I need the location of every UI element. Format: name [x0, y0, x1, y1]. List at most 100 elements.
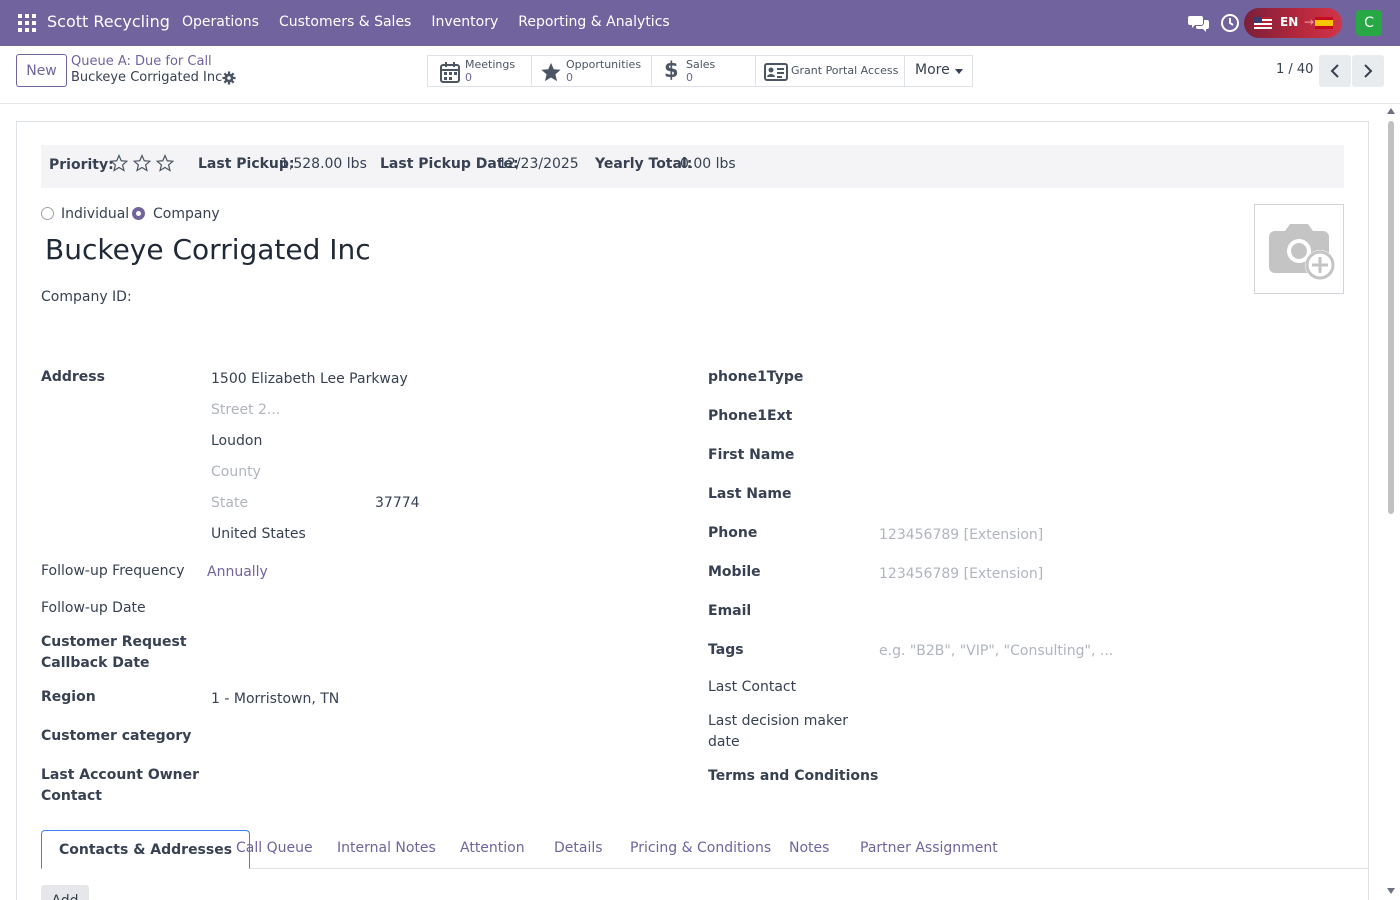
menu-reporting-analytics[interactable]: Reporting & Analytics [518, 14, 669, 30]
tab-call-queue[interactable]: Call Queue [236, 840, 313, 856]
account-owner-label-line2: Contact [41, 788, 102, 804]
arrow-right-icon: → [1304, 15, 1315, 29]
chevron-right-icon [1364, 64, 1373, 78]
opportunities-smart-button[interactable]: Opportunities 0 [531, 55, 652, 87]
activity-clock-icon[interactable] [1220, 13, 1240, 33]
pager-counter[interactable]: 1 / 40 [1276, 62, 1313, 77]
address-label: Address [41, 369, 105, 385]
last-contact-label: Last Contact [708, 679, 797, 695]
dollar-icon: $ [664, 58, 679, 82]
callback-date-label-line2: Callback Date [41, 655, 150, 671]
more-label: More [915, 62, 950, 78]
customer-category-label: Customer category [41, 728, 192, 744]
menu-customers-sales[interactable]: Customers & Sales [279, 14, 411, 30]
menu-inventory[interactable]: Inventory [431, 14, 498, 30]
priority-label: Priority: [49, 157, 114, 173]
sales-smart-button[interactable]: $ Sales 0 [651, 55, 756, 87]
priority-star-3-icon[interactable] [156, 154, 174, 172]
tab-notes[interactable]: Notes [789, 840, 829, 856]
chat-icon[interactable] [1188, 13, 1210, 33]
control-panel: New Queue A: Due for Call Buckeye Corrig… [0, 46, 1400, 104]
phone1type-label: phone1Type [708, 369, 804, 385]
add-contact-button[interactable]: Add [41, 885, 89, 900]
followup-frequency-field[interactable]: Annually [207, 564, 268, 580]
user-avatar[interactable]: C [1356, 10, 1382, 36]
pager-previous-button[interactable] [1319, 55, 1351, 87]
top-navbar: Scott Recycling Operations Customers & S… [0, 0, 1400, 46]
region-label: Region [41, 689, 96, 705]
mobile-field[interactable]: 123456789 [Extension] [879, 566, 1043, 582]
tab-internal-notes[interactable]: Internal Notes [337, 840, 436, 856]
last-pickup-date-value: 12/23/2025 [498, 156, 579, 172]
followup-frequency-label: Follow-up Frequency [41, 563, 185, 579]
county-field[interactable]: County [211, 464, 261, 480]
decision-maker-date-label-line1: Last decision maker [708, 713, 848, 729]
last-pickup-value: 1,528.00 lbs [280, 156, 367, 172]
tab-partner-assignment[interactable]: Partner Assignment [860, 840, 998, 856]
new-button[interactable]: New [16, 54, 67, 87]
app-grid-icon[interactable] [18, 14, 36, 32]
email-label: Email [708, 603, 752, 619]
meetings-count: 0 [465, 71, 472, 84]
us-flag-icon [1254, 17, 1272, 29]
street2-field[interactable]: Street 2... [211, 402, 280, 418]
tab-details[interactable]: Details [554, 840, 603, 856]
grant-portal-access-button[interactable]: Grant Portal Access [755, 55, 905, 87]
individual-radio[interactable] [41, 207, 54, 220]
phone1ext-label: Phone1Ext [708, 408, 793, 424]
tags-label: Tags [708, 642, 744, 658]
tags-field[interactable]: e.g. "B2B", "VIP", "Consulting", ... [879, 643, 1113, 659]
priority-star-1-icon[interactable] [110, 154, 128, 172]
individual-radio-label[interactable]: Individual [61, 206, 129, 222]
phone-label: Phone [708, 525, 758, 541]
terms-conditions-label: Terms and Conditions [708, 768, 879, 784]
grant-portal-access-label: Grant Portal Access [791, 64, 899, 77]
star-icon [541, 62, 561, 82]
street-field[interactable]: 1500 Elizabeth Lee Parkway [211, 371, 408, 387]
country-field[interactable]: United States [211, 526, 306, 542]
followup-date-label: Follow-up Date [41, 600, 146, 616]
meetings-label: Meetings [465, 58, 516, 71]
id-card-icon [764, 63, 788, 81]
scroll-down-arrow-icon[interactable] [1387, 888, 1395, 894]
company-name-field[interactable]: Buckeye Corrigated Inc [45, 233, 371, 266]
scrollbar-thumb[interactable] [1388, 121, 1394, 514]
decision-maker-date-label-line2: date [708, 734, 740, 750]
camera-plus-icon [1269, 224, 1335, 280]
last-name-label: Last Name [708, 486, 792, 502]
priority-star-2-icon[interactable] [133, 154, 151, 172]
sales-count: 0 [686, 71, 693, 84]
account-owner-label-line1: Last Account Owner [41, 767, 200, 783]
app-brand[interactable]: Scott Recycling [47, 12, 170, 31]
yearly-total-label: Yearly Total: [595, 156, 693, 172]
scrollbar[interactable] [1386, 108, 1396, 900]
meetings-smart-button[interactable]: Meetings 0 [427, 55, 532, 87]
first-name-label: First Name [708, 447, 795, 463]
chevron-left-icon [1330, 64, 1339, 78]
yearly-total-value: 0.00 lbs [680, 156, 736, 172]
zip-field[interactable]: 37774 [375, 495, 420, 511]
company-radio-label[interactable]: Company [153, 206, 220, 222]
company-radio[interactable] [132, 207, 145, 220]
scroll-up-arrow-icon[interactable] [1387, 108, 1395, 114]
sales-label: Sales [686, 58, 716, 71]
phone-field[interactable]: 123456789 [Extension] [879, 527, 1043, 543]
pager-next-button[interactable] [1352, 55, 1384, 87]
opportunities-label: Opportunities [566, 58, 642, 71]
region-field[interactable]: 1 - Morristown, TN [211, 691, 339, 707]
spain-flag-icon [1315, 17, 1333, 29]
breadcrumb-parent[interactable]: Queue A: Due for Call [71, 54, 212, 69]
tab-contacts-addresses[interactable]: Contacts & Addresses [41, 830, 251, 869]
gear-icon[interactable] [222, 71, 236, 85]
menu-operations[interactable]: Operations [182, 14, 259, 30]
city-field[interactable]: Loudon [211, 433, 262, 449]
notebook-tabs: Contacts & Addresses Call Queue Internal… [41, 830, 1369, 869]
callback-date-label-line1: Customer Request [41, 634, 187, 650]
more-dropdown-button[interactable]: More [904, 55, 973, 87]
tab-pricing-conditions[interactable]: Pricing & Conditions [630, 840, 771, 856]
state-field[interactable]: State [211, 495, 248, 511]
language-switcher[interactable]: EN → [1244, 8, 1342, 38]
company-image-upload[interactable] [1254, 204, 1344, 294]
tab-attention[interactable]: Attention [460, 840, 525, 856]
mobile-label: Mobile [708, 564, 761, 580]
